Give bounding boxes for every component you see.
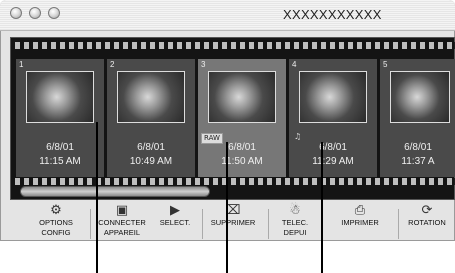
horizontal-scrollbar[interactable] bbox=[20, 186, 210, 197]
zoom-window-button[interactable] bbox=[48, 7, 60, 19]
title-bar: XXXXXXXXXXX bbox=[0, 0, 455, 31]
frame-number: 1 bbox=[19, 60, 24, 69]
film-perforation-bottom bbox=[15, 178, 455, 185]
callout-line-2 bbox=[226, 142, 228, 273]
frame-date: 6/8/01 bbox=[319, 142, 347, 153]
frame-time: 11:15 AM bbox=[39, 156, 81, 167]
window-title: XXXXXXXXXXX bbox=[283, 7, 382, 22]
close-window-button[interactable] bbox=[10, 7, 22, 19]
frame-number: 5 bbox=[383, 60, 388, 69]
photo-thumbnail[interactable] bbox=[299, 71, 367, 123]
toolbar-divider bbox=[90, 209, 91, 239]
thumbnail-frame-3[interactable]: 3 RAW 6/8/01 11:50 AM bbox=[198, 59, 286, 177]
frame-time: 11:37 A bbox=[401, 156, 435, 167]
thumbnail-frame-2[interactable]: 2 6/8/01 10:49 AM bbox=[107, 59, 195, 177]
minimize-window-button[interactable] bbox=[29, 7, 41, 19]
photo-thumbnail[interactable] bbox=[117, 71, 185, 123]
select-button[interactable]: ▶ SELECT. bbox=[150, 203, 200, 241]
print-icon: ⎙ bbox=[354, 203, 366, 218]
frame-date: 6/8/01 bbox=[46, 142, 74, 153]
options-config-icon: ⚙ bbox=[50, 203, 62, 218]
download-button[interactable]: ☃ TELEC. DEPUI bbox=[275, 203, 315, 241]
tool-label: OPTIONS bbox=[39, 218, 73, 227]
toolbar-divider bbox=[268, 209, 269, 239]
tool-label: TELEC. bbox=[281, 218, 309, 227]
frame-date: 6/8/01 bbox=[404, 142, 432, 153]
photo-thumbnail[interactable] bbox=[208, 71, 276, 123]
frame-time: 11:29 AM bbox=[312, 156, 354, 167]
thumbnail-frame-1[interactable]: 1 6/8/01 11:15 AM bbox=[16, 59, 104, 177]
frame-time: 11:50 AM bbox=[221, 156, 263, 167]
rotate-icon: ⟳ bbox=[421, 203, 433, 218]
frame-number: 4 bbox=[292, 60, 297, 69]
connect-camera-button[interactable]: ▣ CONNECTER APPAREIL bbox=[92, 203, 152, 241]
rotate-button[interactable]: ⟳ ROTATION bbox=[402, 203, 452, 241]
tool-label: DEPUI bbox=[283, 228, 307, 237]
callout-line-3 bbox=[321, 142, 323, 273]
tool-label: ROTATION bbox=[408, 218, 446, 227]
film-strip: 1 6/8/01 11:15 AM 2 6/8/01 10:49 AM 3 RA… bbox=[10, 37, 455, 200]
thumbnail-frame-4[interactable]: 4 ♫ 6/8/01 11:29 AM bbox=[289, 59, 377, 177]
connect-camera-icon: ▣ bbox=[115, 203, 129, 218]
options-config-button[interactable]: ⚙ OPTIONS CONFIG bbox=[26, 203, 86, 241]
voice-memo-icon: ♫ bbox=[294, 132, 302, 141]
film-perforation-top bbox=[15, 42, 455, 49]
frame-number: 2 bbox=[110, 60, 115, 69]
callout-line-1 bbox=[96, 122, 98, 273]
tool-label: SUPPRIMER bbox=[210, 218, 256, 227]
print-button[interactable]: ⎙ IMPRIMER bbox=[335, 203, 385, 241]
frame-date: 6/8/01 bbox=[228, 142, 256, 153]
tool-label: SELECT. bbox=[159, 218, 191, 227]
thumbnail-frame-5[interactable]: 5 6/8/01 11:37 A bbox=[380, 59, 455, 177]
tool-label: APPAREIL bbox=[103, 228, 141, 237]
select-icon: ▶ bbox=[170, 203, 180, 218]
tool-label: IMPRIMER bbox=[341, 218, 379, 227]
tool-label: CONNECTER bbox=[98, 218, 146, 227]
photo-thumbnail[interactable] bbox=[390, 71, 450, 123]
photo-thumbnail[interactable] bbox=[26, 71, 94, 123]
tool-label: CONFIG bbox=[41, 228, 71, 237]
frame-date: 6/8/01 bbox=[137, 142, 165, 153]
delete-button[interactable]: ⌧ SUPPRIMER bbox=[203, 203, 263, 241]
download-icon: ☃ bbox=[289, 203, 301, 218]
frame-number: 3 bbox=[201, 60, 206, 69]
frame-time: 10:49 AM bbox=[129, 156, 173, 167]
toolbar-divider bbox=[398, 209, 399, 239]
